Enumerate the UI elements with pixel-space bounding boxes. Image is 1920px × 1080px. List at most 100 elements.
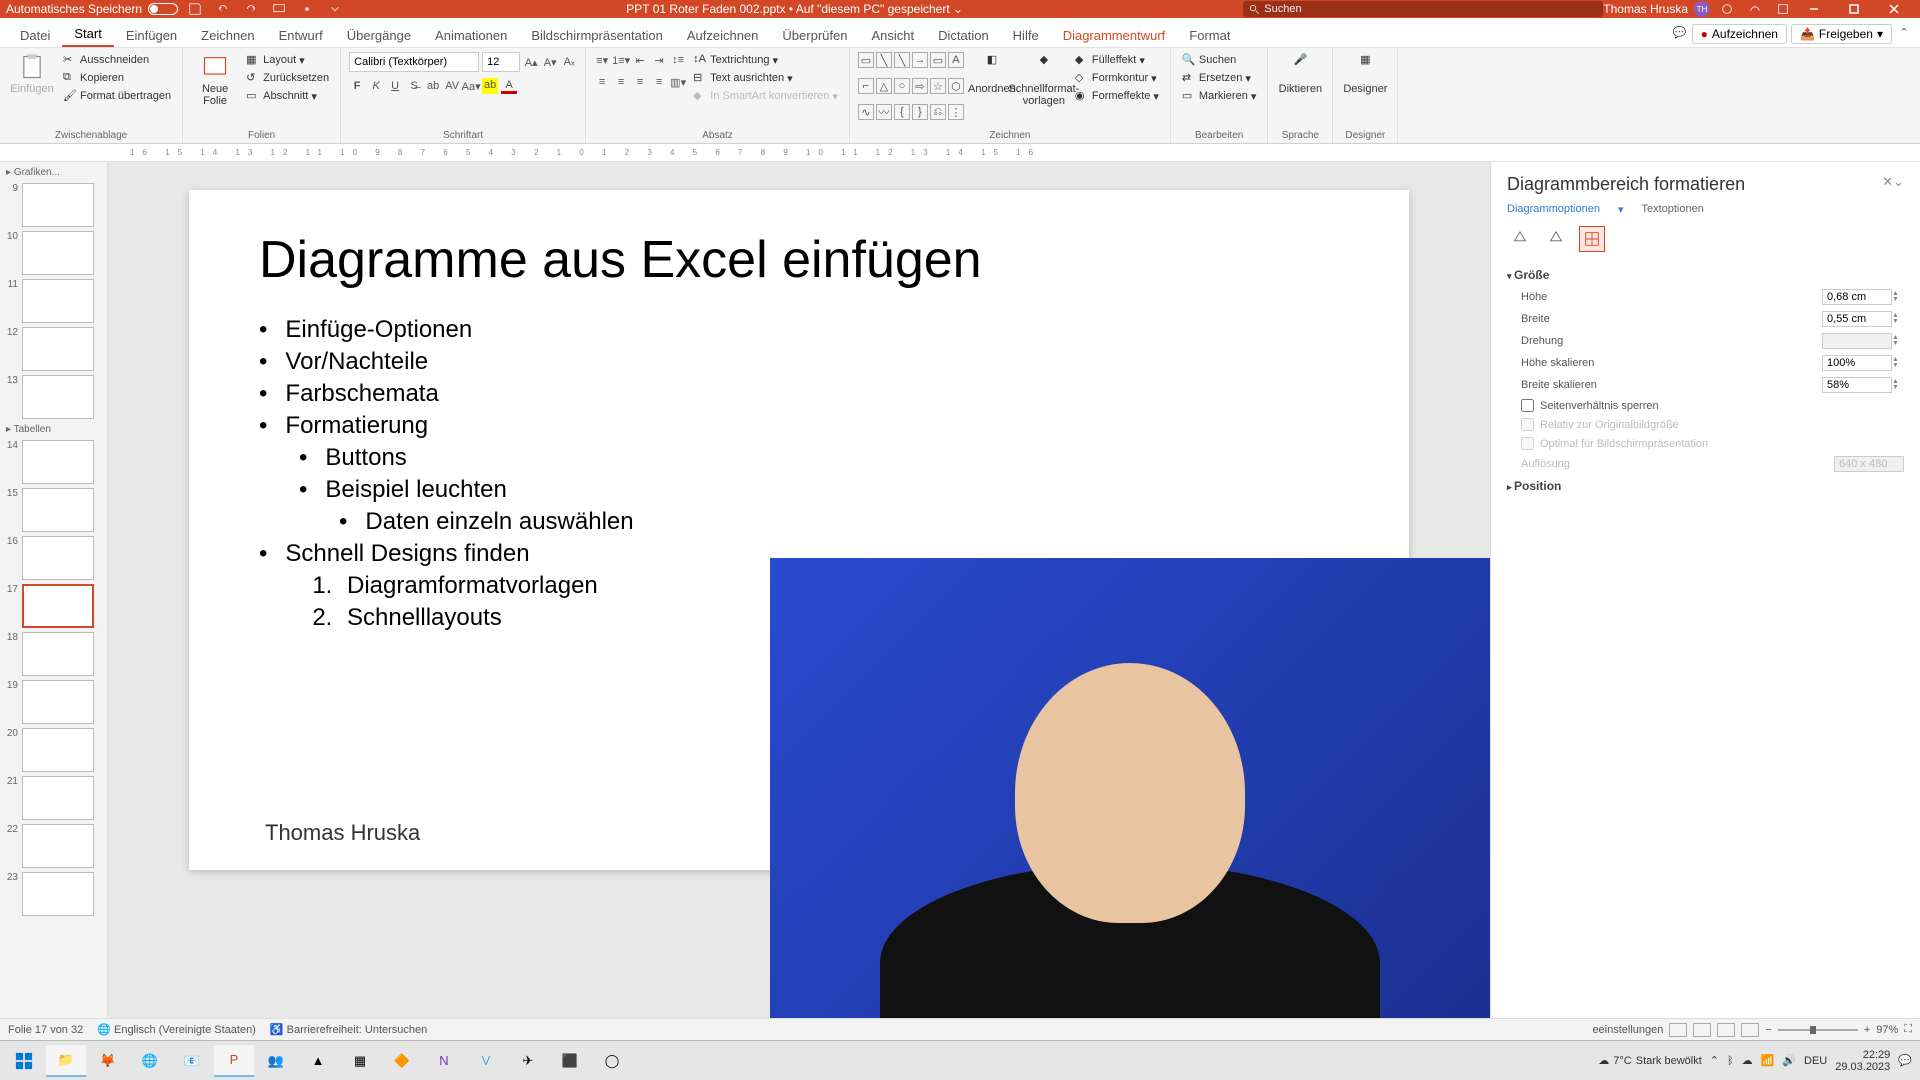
shape-rect-icon[interactable]: ▭ — [858, 52, 874, 68]
width-input[interactable] — [1822, 311, 1892, 327]
thumb-20[interactable] — [22, 728, 94, 772]
shape-scroll-icon[interactable]: ⎌ — [930, 104, 946, 120]
numbering-button[interactable]: 1≡▾ — [613, 52, 629, 68]
underline-button[interactable]: U — [387, 78, 403, 94]
thumb-17[interactable] — [22, 584, 94, 628]
shape-brace2-icon[interactable]: } — [912, 104, 928, 120]
spinner-icon[interactable]: ▲▼ — [1892, 379, 1904, 391]
reset-button[interactable]: ↺Zurücksetzen — [243, 70, 332, 86]
minimize-button[interactable] — [1794, 0, 1834, 18]
pane-tab-diagram[interactable]: Diagrammoptionen — [1507, 203, 1600, 216]
tab-entwurf[interactable]: Entwurf — [267, 23, 335, 47]
system-clock[interactable]: 22:29 29.03.2023 — [1835, 1049, 1890, 1073]
tab-ansicht[interactable]: Ansicht — [859, 23, 926, 47]
slide-title[interactable]: Diagramme aus Excel einfügen — [259, 230, 1339, 290]
section-position[interactable]: Position — [1507, 475, 1904, 497]
shape-curve-icon[interactable]: ∿ — [858, 104, 874, 120]
record-button[interactable]: ●Aufzeichnen — [1692, 24, 1787, 44]
section-size[interactable]: Größe — [1507, 264, 1904, 286]
tray-bluetooth-icon[interactable]: ᛒ — [1727, 1055, 1734, 1067]
sync-icon[interactable] — [1720, 2, 1734, 16]
more-icon[interactable] — [328, 2, 342, 16]
case-button[interactable]: Aa▾ — [463, 78, 479, 94]
outlook-icon[interactable]: 📧 — [172, 1045, 212, 1077]
find-button[interactable]: 🔍Suchen — [1179, 52, 1259, 68]
bold-button[interactable]: F — [349, 78, 365, 94]
scale-w-input[interactable] — [1822, 377, 1892, 393]
align-center-button[interactable]: ≡ — [613, 74, 629, 90]
autosave-toggle[interactable] — [148, 3, 178, 15]
thumb-9[interactable] — [22, 183, 94, 227]
shadow-button[interactable]: ab — [425, 78, 441, 94]
thumb-22[interactable] — [22, 824, 94, 868]
zoom-level[interactable]: 97% — [1876, 1024, 1898, 1036]
quick-styles-button[interactable]: ◆Schnellformat- vorlagen — [1020, 52, 1068, 128]
tab-datei[interactable]: Datei — [8, 23, 62, 47]
start-button[interactable] — [4, 1045, 44, 1077]
shape-connector-icon[interactable]: ⌐ — [858, 78, 874, 94]
align-right-button[interactable]: ≡ — [632, 74, 648, 90]
shape-more-icon[interactable]: ⋮ — [948, 104, 964, 120]
tab-ueberpruefen[interactable]: Überprüfen — [770, 23, 859, 47]
highlight-button[interactable]: ab — [482, 78, 498, 94]
tray-lang[interactable]: DEU — [1804, 1055, 1827, 1067]
tray-volume-icon[interactable]: 🔊 — [1782, 1054, 1796, 1067]
line-spacing-button[interactable]: ↕≡ — [670, 52, 686, 68]
tab-aufzeichnen[interactable]: Aufzeichnen — [675, 23, 771, 47]
tray-wifi-icon[interactable]: 📶 — [1761, 1054, 1775, 1067]
height-input[interactable] — [1822, 289, 1892, 305]
shapes-gallery[interactable]: ▭ ╲ ╲ → ▭ A ⌐ △ ○ ⇨ ☆ ⬡ ∿ 〰 { } ⎌ ⋮ — [858, 52, 964, 128]
scale-h-input[interactable] — [1822, 355, 1892, 371]
avatar[interactable]: TH — [1694, 1, 1710, 17]
rotation-input[interactable] — [1822, 333, 1892, 349]
status-a11y[interactable]: ♿ Barrierefreiheit: Untersuchen — [270, 1023, 427, 1036]
tab-uebergaenge[interactable]: Übergänge — [335, 23, 423, 47]
chrome-icon[interactable]: 🌐 — [130, 1045, 170, 1077]
shape-star-icon[interactable]: ☆ — [930, 78, 946, 94]
zoom-in-icon[interactable]: + — [1864, 1024, 1870, 1036]
undo-icon[interactable] — [216, 2, 230, 16]
shape-brace-icon[interactable]: { — [894, 104, 910, 120]
shape-line-icon[interactable]: ╲ — [876, 52, 892, 68]
lock-aspect-checkbox[interactable] — [1521, 399, 1534, 412]
thumb-15[interactable] — [22, 488, 94, 532]
zoom-slider[interactable] — [1778, 1029, 1858, 1031]
shape-fill-button[interactable]: ◆Fülleffekt ▾ — [1072, 52, 1162, 68]
shape-line2-icon[interactable]: ╲ — [894, 52, 910, 68]
thumb-21[interactable] — [22, 776, 94, 820]
status-lang[interactable]: 🌐 Englisch (Vereinigte Staaten) — [97, 1023, 256, 1036]
chevron-down-icon[interactable]: ▾ — [1618, 203, 1624, 216]
thumb-12[interactable] — [22, 327, 94, 371]
align-left-button[interactable]: ≡ — [594, 74, 610, 90]
thumb-16[interactable] — [22, 536, 94, 580]
app-icon[interactable] — [1776, 2, 1790, 16]
fill-line-icon[interactable] — [1507, 226, 1533, 252]
shape-circle-icon[interactable]: ○ — [894, 78, 910, 94]
italic-button[interactable]: K — [368, 78, 384, 94]
shape-rect2-icon[interactable]: ▭ — [930, 52, 946, 68]
columns-button[interactable]: ▥▾ — [670, 74, 686, 90]
shape-textbox-icon[interactable]: A — [948, 52, 964, 68]
slide-canvas[interactable]: Diagramme aus Excel einfügen Einfüge-Opt… — [108, 162, 1490, 1018]
tab-einfuegen[interactable]: Einfügen — [114, 23, 189, 47]
format-painter-button[interactable]: 🖌Format übertragen — [60, 88, 174, 104]
save-icon[interactable] — [188, 2, 202, 16]
decrease-font-icon[interactable]: A▾ — [542, 54, 558, 70]
powerpoint-icon[interactable]: P — [214, 1045, 254, 1077]
spinner-icon[interactable]: ▲▼ — [1892, 291, 1904, 303]
explorer-icon[interactable]: 📁 — [46, 1045, 86, 1077]
spinner-icon[interactable]: ▲▼ — [1892, 313, 1904, 325]
tray-onedrive-icon[interactable]: ☁ — [1742, 1054, 1753, 1067]
comments-icon[interactable]: 💬 — [1672, 24, 1688, 40]
chevron-down-icon[interactable]: ⌄ — [953, 2, 963, 16]
app3-icon[interactable]: ⬛ — [550, 1045, 590, 1077]
status-settings[interactable]: eeinstellungen — [1592, 1024, 1663, 1036]
slide-bullets[interactable]: Einfüge-Optionen Vor/Nachteile Farbschem… — [259, 314, 1339, 570]
vlc-icon[interactable]: ▲ — [298, 1045, 338, 1077]
bullets-button[interactable]: ≡▾ — [594, 52, 610, 68]
designer-button[interactable]: ▦Designer — [1341, 52, 1389, 128]
tray-chevron-icon[interactable]: ⌃ — [1710, 1054, 1719, 1067]
shape-free-icon[interactable]: 〰 — [876, 104, 892, 120]
weather-widget[interactable]: ☁ 7°C Stark bewölkt — [1598, 1054, 1702, 1067]
font-color-button[interactable]: A — [501, 78, 517, 94]
